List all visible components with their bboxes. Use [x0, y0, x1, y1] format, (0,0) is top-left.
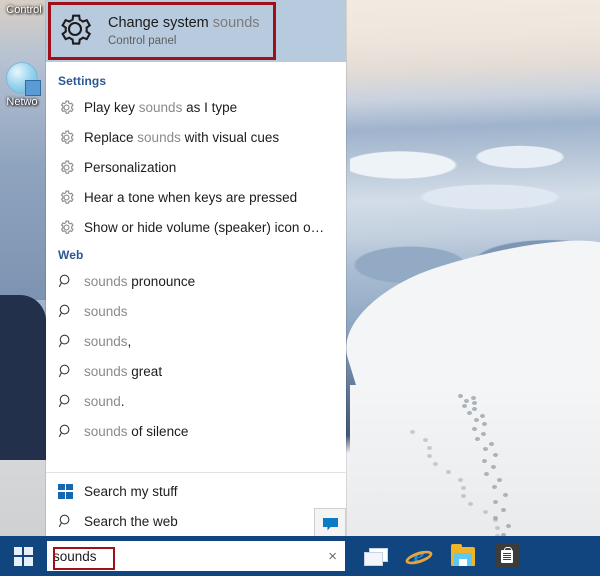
desktop-icon-label: Control [6, 4, 42, 16]
footer-item-label: Search my stuff [84, 483, 178, 499]
feedback-glyph [322, 517, 338, 530]
desktop-icon-label: Netwo [6, 96, 38, 108]
result-item[interactable]: sounds pronounce [46, 266, 346, 296]
task-view-icon[interactable] [353, 536, 397, 576]
footer-item-search-my-stuff[interactable]: Search my stuff [46, 476, 346, 506]
top-result-subtitle: Control panel [108, 34, 177, 47]
gear-icon [58, 189, 84, 206]
result-item-label: Hear a tone when keys are pressed [84, 189, 298, 205]
result-item-label: sounds great [84, 363, 163, 379]
desktop-icon-control-panel[interactable]: Control [0, 4, 52, 16]
top-result-text: Change system sounds Control panel [108, 14, 260, 49]
taskbar: sounds × e [0, 536, 600, 576]
result-item[interactable]: sounds great [46, 356, 346, 386]
gear-icon [58, 99, 84, 116]
result-item[interactable]: Personalization [46, 152, 346, 182]
top-result-title-match: Change system [108, 14, 209, 31]
section-heading-web: Web [58, 248, 84, 262]
wallpaper-left-trees [0, 295, 46, 475]
wallpaper-cloud-band [350, 135, 600, 225]
search-icon [58, 423, 84, 439]
gear-icon [58, 159, 84, 176]
search-icon [58, 363, 84, 379]
gear-icon [56, 10, 94, 53]
taskbar-button-group: e [353, 536, 529, 576]
top-result-title: Change system sounds [108, 14, 260, 32]
result-item-label: sounds pronounce [84, 273, 196, 289]
result-item[interactable]: Replace sounds with visual cues [46, 122, 346, 152]
result-item[interactable]: Hear a tone when keys are pressed [46, 182, 346, 212]
search-icon [58, 393, 84, 409]
network-icon [6, 62, 41, 96]
result-item[interactable]: sounds, [46, 326, 346, 356]
panel-footer: Search my stuff Search the web [46, 472, 346, 540]
result-item-label: sound. [84, 393, 125, 409]
result-item-label: Replace sounds with visual cues [84, 129, 280, 145]
result-item-label: Show or hide volume (speaker) icon o… [84, 219, 325, 235]
desktop-screen: Control Netwo Change system sounds Contr… [0, 0, 600, 576]
gear-icon [58, 129, 84, 146]
search-icon [58, 513, 84, 529]
close-icon[interactable]: × [328, 549, 337, 564]
windows-start-icon [13, 546, 33, 566]
search-icon [58, 303, 84, 319]
start-button[interactable] [0, 536, 46, 576]
results-list: Settings Play key sounds as I type Replace… [46, 62, 346, 472]
result-item-label: Personalization [84, 159, 177, 175]
result-item[interactable]: sound. [46, 386, 346, 416]
wallpaper-footprints [350, 390, 600, 574]
result-item[interactable]: Show or hide volume (speaker) icon o… [46, 212, 346, 242]
file-explorer-icon[interactable] [441, 536, 485, 576]
top-result-change-system-sounds[interactable]: Change system sounds Control panel [46, 0, 346, 62]
section-heading-settings: Settings [58, 74, 107, 88]
windows-logo-icon [58, 483, 84, 499]
wallpaper-left-snow [0, 460, 46, 540]
result-item[interactable]: sounds of silence [46, 416, 346, 446]
footer-item-search-the-web[interactable]: Search the web [46, 506, 346, 536]
search-icon [58, 273, 84, 289]
result-item[interactable]: Play key sounds as I type [46, 92, 346, 122]
result-item-label: sounds [84, 303, 128, 319]
search-icon [58, 333, 84, 349]
footer-item-label: Search the web [84, 513, 178, 529]
windows-store-icon[interactable] [485, 536, 529, 576]
result-item-label: sounds, [84, 333, 132, 349]
taskbar-search-input[interactable]: sounds × [47, 541, 345, 571]
top-result-title-query: sounds [208, 14, 260, 31]
result-item-label: sounds of silence [84, 423, 189, 439]
wallpaper-left-sky [0, 0, 46, 300]
result-item-label: Play key sounds as I type [84, 99, 238, 115]
desktop-icon-network[interactable]: Netwo [0, 62, 50, 108]
search-results-panel: Change system sounds Control panel Setti… [46, 0, 346, 540]
result-item[interactable]: sounds [46, 296, 346, 326]
gear-icon [58, 219, 84, 236]
search-input-value: sounds [53, 548, 97, 564]
internet-explorer-icon[interactable]: e [397, 536, 441, 576]
